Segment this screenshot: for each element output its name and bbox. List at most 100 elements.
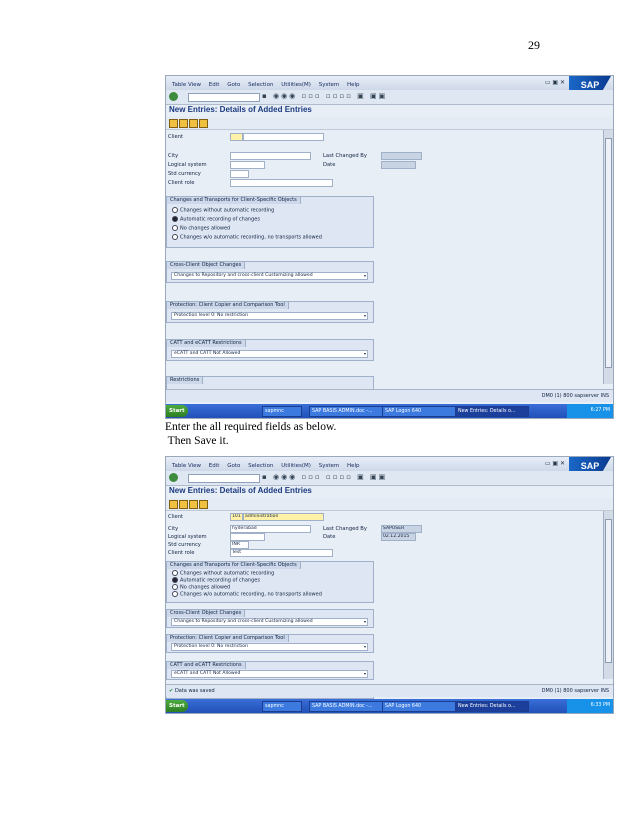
clock: 6:27 PM: [590, 408, 610, 413]
group-cross-title: Cross-Client Object Changes: [167, 262, 246, 269]
windows-taskbar: Start sapmnc SAP BASIS ADMIN.doc -... SA…: [166, 699, 613, 713]
last-changed-by-label: Last Changed By: [323, 526, 367, 532]
undo-icon[interactable]: [199, 119, 208, 128]
task-sapmnc[interactable]: sapmnc: [262, 701, 302, 712]
radio-no-transports[interactable]: Changes w/o automatic recording, no tran…: [172, 591, 322, 598]
cross-client-dropdown[interactable]: Changes to Repository and cross-client C…: [171, 618, 368, 626]
toolbar-icons[interactable]: ▪ ◉◉◉ ▫▫▫ ▫▫▫▫ ▣ ▣▣: [262, 473, 387, 481]
radio-no-transports[interactable]: Changes w/o automatic recording, no tran…: [172, 234, 322, 241]
group-protection: Protection: Client Copier and Comparison…: [166, 301, 374, 323]
cross-client-dropdown[interactable]: Changes to Repository and cross-client C…: [171, 272, 368, 280]
radio-changes-without-recording[interactable]: Changes without automatic recording: [172, 207, 274, 214]
command-field[interactable]: [188, 93, 260, 102]
group-catt-title: CATT and eCATT Restrictions: [167, 662, 246, 669]
group-restrictions-title: Restrictions: [167, 377, 204, 384]
std-currency-field[interactable]: INR: [230, 541, 249, 549]
dropdown-arrow-icon[interactable]: ▾: [364, 644, 366, 650]
radio-icon[interactable]: [172, 234, 178, 240]
last-changed-by-field: [381, 152, 422, 160]
radio-automatic-recording[interactable]: Automatic recording of changes: [172, 577, 260, 584]
client-label: Client: [168, 514, 184, 520]
group-protection-title: Protection: Client Copier and Comparison…: [167, 635, 289, 642]
protection-dropdown[interactable]: Protection level 0: No restriction ▾: [171, 643, 368, 651]
task-word-doc[interactable]: SAP BASIS ADMIN.doc -...: [309, 406, 383, 417]
dropdown-arrow-icon[interactable]: ▾: [364, 671, 366, 677]
std-currency-field[interactable]: [230, 170, 249, 178]
delete-icon[interactable]: [189, 119, 198, 128]
task-new-entries[interactable]: New Entries: Details o...: [455, 701, 529, 712]
task-sapmnc[interactable]: sapmnc: [262, 406, 302, 417]
radio-no-changes[interactable]: No changes allowed: [172, 584, 230, 591]
client-name-field[interactable]: [243, 133, 324, 141]
vertical-scrollbar[interactable]: [603, 511, 613, 679]
radio-automatic-recording[interactable]: Automatic recording of changes: [172, 216, 260, 223]
logical-system-label: Logical system: [168, 162, 207, 168]
radio-icon[interactable]: [172, 570, 178, 576]
client-role-field[interactable]: Test: [230, 549, 333, 557]
client-field[interactable]: 101: [230, 513, 243, 521]
menu-bar: Table View Edit Goto Selection Utilities…: [166, 76, 613, 94]
task-sap-logon[interactable]: SAP Logon 640: [382, 701, 456, 712]
catt-dropdown[interactable]: eCATT and CATT Not Allowed ▾: [171, 350, 368, 358]
command-field[interactable]: [188, 474, 260, 483]
undo-icon[interactable]: [199, 500, 208, 509]
start-button[interactable]: Start: [166, 405, 188, 417]
application-toolbar: [166, 498, 613, 511]
edit-icon[interactable]: [169, 119, 178, 128]
client-role-field[interactable]: [230, 179, 333, 187]
city-field[interactable]: [230, 152, 311, 160]
task-new-entries[interactable]: New Entries: Details o...: [455, 406, 529, 417]
dropdown-arrow-icon[interactable]: ▾: [364, 351, 366, 357]
radio-selected-icon[interactable]: [172, 577, 178, 583]
logical-system-field[interactable]: [230, 161, 265, 169]
enter-icon[interactable]: [169, 473, 178, 482]
catt-dropdown[interactable]: eCATT and CATT Not Allowed ▾: [171, 670, 368, 678]
city-field[interactable]: hyderabad: [230, 525, 311, 533]
radio-no-changes[interactable]: No changes allowed: [172, 225, 230, 232]
edit-icon[interactable]: [169, 500, 178, 509]
copy-icon[interactable]: [179, 500, 188, 509]
caption-enter-fields: Enter the all required fields as below.: [165, 421, 337, 433]
group-cross-title: Cross-Client Object Changes: [167, 610, 246, 617]
radio-icon[interactable]: [172, 591, 178, 597]
task-sap-logon[interactable]: SAP Logon 640: [382, 406, 456, 417]
dropdown-arrow-icon[interactable]: ▾: [364, 619, 366, 625]
group-protection-title: Protection: Client Copier and Comparison…: [167, 302, 289, 309]
task-word-doc[interactable]: SAP BASIS ADMIN.doc -...: [309, 701, 383, 712]
copy-icon[interactable]: [179, 119, 188, 128]
logical-system-label: Logical system: [168, 534, 207, 540]
toolbar-icons[interactable]: ▪ ◉◉◉ ▫▫▫ ▫▫▫▫ ▣ ▣▣: [262, 92, 387, 100]
radio-selected-icon[interactable]: [172, 216, 178, 222]
group-cross-client: Cross-Client Object Changes Changes to R…: [166, 261, 374, 283]
date-label: Date: [323, 534, 336, 540]
client-name-field[interactable]: administration: [243, 513, 324, 521]
dropdown-arrow-icon[interactable]: ▾: [364, 273, 366, 279]
delete-icon[interactable]: [189, 500, 198, 509]
group-catt: CATT and eCATT Restrictions eCATT and CA…: [166, 661, 374, 680]
start-button[interactable]: Start: [166, 700, 188, 712]
client-field[interactable]: [230, 133, 243, 141]
client-role-label: Client role: [168, 180, 195, 186]
group-cross-client: Cross-Client Object Changes Changes to R…: [166, 609, 374, 628]
logical-system-field[interactable]: [230, 533, 265, 541]
system-info: DM0 (1) 800 sapserver INS: [541, 393, 609, 399]
radio-changes-without-recording[interactable]: Changes without automatic recording: [172, 570, 274, 577]
dropdown-arrow-icon[interactable]: ▾: [364, 313, 366, 319]
scrollbar-thumb[interactable]: [605, 519, 612, 663]
window-controls[interactable]: ▭ ▣ ✕: [545, 79, 565, 86]
radio-icon[interactable]: [172, 584, 178, 590]
vertical-scrollbar[interactable]: [603, 130, 613, 384]
detail-area: Client 101 administration City hyderabad…: [166, 511, 603, 699]
group-changes-transports: Changes and Transports for Client-Specif…: [166, 561, 374, 603]
date-label: Date: [323, 162, 336, 168]
standard-toolbar: ▪ ◉◉◉ ▫▫▫ ▫▫▫▫ ▣ ▣▣: [166, 90, 613, 105]
group-changes-title: Changes and Transports for Client-Specif…: [167, 197, 301, 204]
protection-dropdown[interactable]: Protection level 0: No restriction ▾: [171, 312, 368, 320]
group-protection: Protection: Client Copier and Comparison…: [166, 634, 374, 653]
scrollbar-thumb[interactable]: [605, 138, 612, 368]
windows-taskbar: Start sapmnc SAP BASIS ADMIN.doc -... SA…: [166, 404, 613, 418]
radio-icon[interactable]: [172, 225, 178, 231]
window-controls[interactable]: ▭ ▣ ✕: [545, 460, 565, 467]
radio-icon[interactable]: [172, 207, 178, 213]
enter-icon[interactable]: [169, 92, 178, 101]
